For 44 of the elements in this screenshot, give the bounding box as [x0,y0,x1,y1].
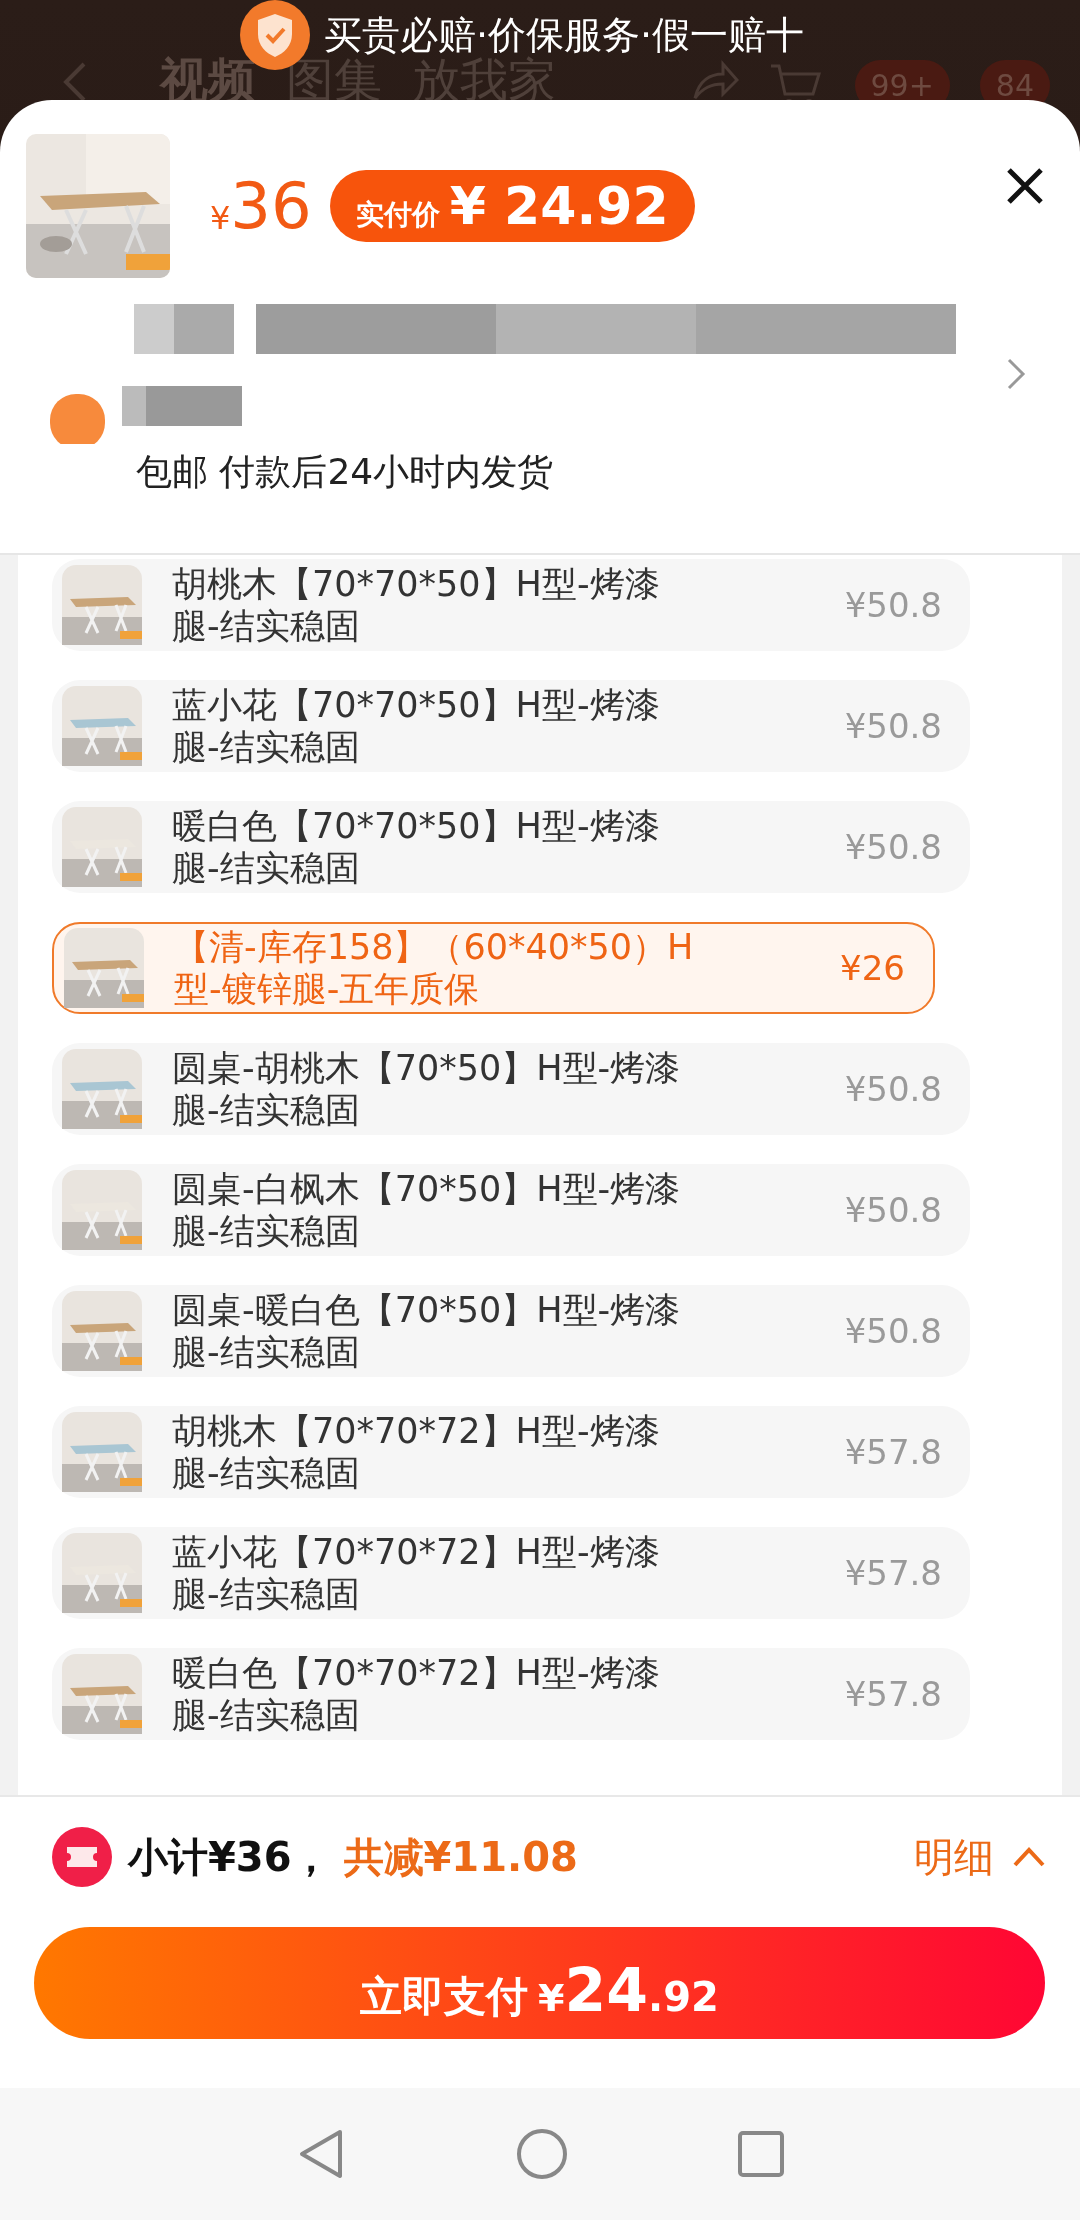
price-currency: ¥ [210,199,231,237]
option-price: ¥50.8 [844,1311,943,1351]
option-item[interactable]: 暖白色【70*70*50】H型-烤漆腿-结实稳固 ¥50.8 [52,801,970,893]
pay-now-button[interactable]: 立即支付 ¥24.92 [34,1927,1045,2039]
price: 36 [230,169,312,243]
final-price: ¥ 24.92 [449,176,669,236]
option-name: 圆桌-胡桃木【70*50】H型-烤漆腿-结实稳固 [172,1047,682,1131]
option-item[interactable]: 蓝小花【70*70*50】H型-烤漆腿-结实稳固 ¥50.8 [52,680,970,772]
final-price-label: 实付价 [355,197,440,233]
option-name: 【清-库存158】（60*40*50）H型-镀锌腿-五年质保 [174,926,694,1010]
option-item[interactable]: 圆桌-暖白色【70*50】H型-烤漆腿-结实稳固 ¥50.8 [52,1285,970,1377]
option-price: ¥50.8 [844,585,943,625]
option-name: 胡桃木【70*70*72】H型-烤漆腿-结实稳固 [172,1410,661,1494]
option-name: 蓝小花【70*70*50】H型-烤漆腿-结实稳固 [172,684,661,768]
option-item[interactable]: 圆桌-白枫木【70*50】H型-烤漆腿-结实稳固 ¥50.8 [52,1164,970,1256]
option-name: 胡桃木【70*70*50】H型-烤漆腿-结实稳固 [172,563,661,647]
shipping-info: 包邮 付款后24小时内发货 [136,450,555,494]
banner-text: 买贵必赔·价保服务·假一赔十 [324,11,805,57]
option-price: ¥57.8 [844,1674,943,1714]
option-name: 暖白色【70*70*50】H型-烤漆腿-结实稳固 [172,805,661,889]
chevron-right-icon[interactable] [1006,357,1026,391]
subtotal: 小计¥36， [128,1832,332,1882]
option-item[interactable]: 圆桌-胡桃木【70*50】H型-烤漆腿-结实稳固 ¥50.8 [52,1043,970,1135]
option-item[interactable]: 蓝小花【70*70*72】H型-烤漆腿-结实稳固 ¥57.8 [52,1527,970,1619]
option-name: 圆桌-白枫木【70*50】H型-烤漆腿-结实稳固 [172,1168,682,1252]
option-price: ¥50.8 [844,706,943,746]
option-price: ¥50.8 [844,1190,943,1230]
coupon-icon [52,1827,112,1887]
recents-icon[interactable] [738,2131,784,2177]
chevron-up-icon [1012,1846,1046,1868]
option-name: 圆桌-暖白色【70*50】H型-烤漆腿-结实稳固 [172,1289,682,1373]
option-price: ¥26 [840,948,906,988]
option-price: ¥50.8 [844,1069,943,1109]
option-price: ¥50.8 [844,827,943,867]
option-item[interactable]: 胡桃木【70*70*72】H型-烤漆腿-结实稳固 ¥57.8 [52,1406,970,1498]
option-price: ¥57.8 [844,1553,943,1593]
option-price: ¥57.8 [844,1432,943,1472]
option-name: 蓝小花【70*70*72】H型-烤漆腿-结实稳固 [172,1531,661,1615]
discount-total: 共减¥11.08 [343,1832,578,1882]
close-icon[interactable] [1006,167,1044,205]
home-icon[interactable] [516,2128,568,2180]
option-item[interactable]: 暖白色【70*70*72】H型-烤漆腿-结实稳固 ¥57.8 [52,1648,970,1740]
option-item[interactable]: 胡桃木【70*70*50】H型-烤漆腿-结实稳固 ¥50.8 [52,559,970,651]
option-name: 暖白色【70*70*72】H型-烤漆腿-结实稳固 [172,1652,661,1736]
